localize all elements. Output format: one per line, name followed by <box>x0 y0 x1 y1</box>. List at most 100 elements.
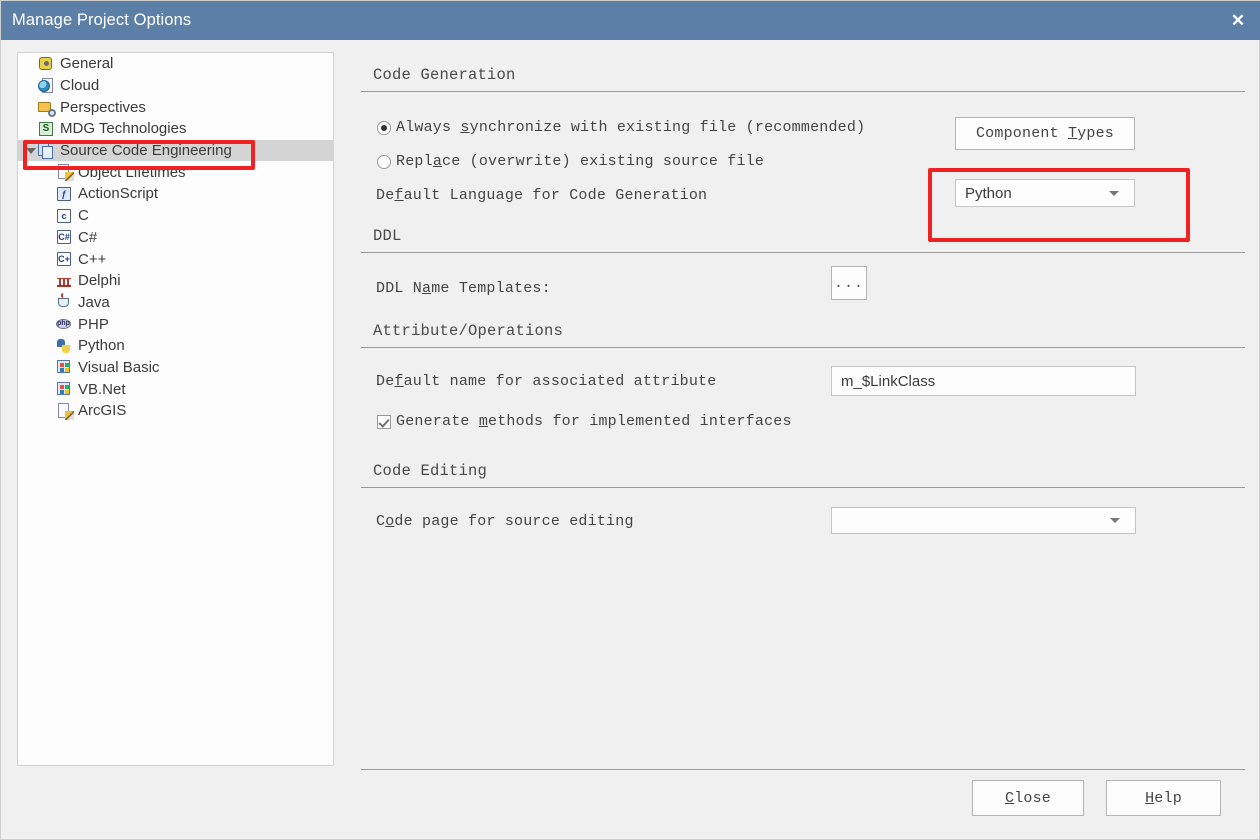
label-code-page: Code page for source editing <box>376 513 634 530</box>
visualbasic-icon <box>56 359 73 375</box>
tree-expander-placeholder <box>42 400 56 422</box>
component-types-button[interactable]: Component Types <box>955 117 1135 150</box>
sidebar-item-actionscript[interactable]: ƒ ActionScript <box>18 183 333 205</box>
sidebar-item-c[interactable]: C# C# <box>18 227 333 249</box>
radio-always-synchronize[interactable]: Always synchronize with existing file (r… <box>377 119 865 136</box>
sidebar-item-label: ArcGIS <box>78 402 127 420</box>
section-divider-code-editing <box>361 487 1245 488</box>
radio-replace-overwrite[interactable]: Replace (overwrite) existing source file <box>377 153 764 170</box>
sidebar-item-java[interactable]: Java <box>18 292 333 314</box>
section-divider-attribute-operations <box>361 347 1245 348</box>
sidebar-item-label: Perspectives <box>60 98 146 116</box>
options-tree-panel[interactable]: General Cloud Perspectives S MDG Technologie… <box>17 52 334 766</box>
stack-icon <box>38 142 55 159</box>
sidebar-item-perspectives[interactable]: Perspectives <box>18 96 333 118</box>
tree-expander-placeholder <box>42 161 56 183</box>
footer-divider <box>361 769 1245 770</box>
tree-expander-placeholder <box>42 270 56 292</box>
php-icon: php <box>56 319 71 330</box>
sidebar-item-source-code-engineering[interactable]: Source Code Engineering <box>18 139 333 162</box>
sidebar-item-delphi[interactable]: Delphi <box>18 270 333 292</box>
sidebar-item-cloud[interactable]: Cloud <box>18 75 333 97</box>
vbnet-icon <box>56 381 73 397</box>
code-page-combo[interactable] <box>831 507 1136 534</box>
section-divider-code-generation <box>361 91 1245 92</box>
chevron-right-icon[interactable] <box>24 140 38 162</box>
sidebar-item-label: Java <box>78 293 110 311</box>
tree-expander-placeholder <box>42 313 56 335</box>
window-title: Manage Project Options <box>12 11 192 29</box>
radio-always-synchronize-label: Always synchronize with existing file (r… <box>396 119 866 136</box>
chevron-down-icon <box>1109 190 1119 196</box>
help-button[interactable]: Help <box>1106 780 1221 816</box>
actionscript-icon: ƒ <box>56 186 73 202</box>
sidebar-item-python[interactable]: Python <box>18 335 333 357</box>
section-title-attribute-operations: Attribute/Operations <box>373 322 564 340</box>
radio-replace-overwrite-label: Replace (overwrite) existing source file <box>396 153 765 170</box>
c-icon: c <box>56 208 73 224</box>
sidebar-item-php[interactable]: php PHP <box>18 313 333 335</box>
sidebar-item-object-lifetimes[interactable]: Object Lifetimes <box>18 161 333 183</box>
sidebar-item-label: C <box>78 207 89 225</box>
sidebar-item-c[interactable]: C+ C++ <box>18 248 333 270</box>
python-icon <box>56 338 73 354</box>
document-edit-icon <box>56 164 74 182</box>
sidebar-item-label: VB.Net <box>78 380 126 398</box>
folder-search-icon <box>38 99 56 118</box>
sidebar-item-label: Cloud <box>60 77 100 95</box>
manage-project-options-dialog: Manage Project Options ✕ General Cloud Per… <box>0 0 1260 840</box>
close-icon[interactable]: ✕ <box>1215 1 1260 40</box>
sidebar-item-label: Object Lifetimes <box>78 163 186 181</box>
chevron-down-icon <box>1110 518 1120 523</box>
section-title-code-generation: Code Generation <box>373 66 516 84</box>
tree-expander-placeholder <box>42 183 56 205</box>
sidebar-item-c[interactable]: cC <box>18 205 333 227</box>
label-default-attribute-name: Default name for associated attribute <box>376 373 717 390</box>
sidebar-item-mdg-technologies[interactable]: S MDG Technologies <box>18 118 333 140</box>
sidebar-item-visual-basic[interactable]: Visual Basic <box>18 357 333 379</box>
csharp-icon: C# <box>57 230 71 245</box>
sidebar-item-label: C# <box>78 228 98 246</box>
tree-expander-placeholder <box>42 357 56 379</box>
generate-methods-checkbox[interactable] <box>377 414 391 429</box>
tree-expander-placeholder <box>42 205 56 227</box>
java-icon <box>56 293 73 310</box>
ddl-name-templates-browse-button[interactable]: ... <box>831 266 867 300</box>
arcgis-icon <box>56 402 74 420</box>
generate-methods-label: Generate methods for implemented interfa… <box>396 413 792 430</box>
sidebar-item-label: Python <box>78 337 125 355</box>
delphi-icon <box>56 273 73 289</box>
radio-replace-overwrite-indicator <box>377 154 391 169</box>
tree-expander-placeholder <box>42 292 56 314</box>
sidebar-item-label: Delphi <box>78 272 121 290</box>
default-language-combo[interactable]: Python <box>955 179 1135 207</box>
section-title-code-editing: Code Editing <box>373 462 488 480</box>
tree-expander-placeholder <box>42 378 56 400</box>
default-attribute-name-input[interactable]: m_$LinkClass <box>831 366 1136 396</box>
tree-expander-placeholder <box>42 227 56 249</box>
sidebar-item-vb-net[interactable]: VB.Net <box>18 378 333 400</box>
section-title-ddl: DDL <box>373 227 402 245</box>
tree-expander-placeholder <box>42 248 56 270</box>
sidebar-item-label: Source Code Engineering <box>60 142 232 160</box>
sidebar-item-label: Visual Basic <box>78 358 160 376</box>
close-button[interactable]: Close <box>972 780 1084 816</box>
default-language-combo-value: Python <box>965 184 1012 202</box>
section-divider-ddl <box>361 252 1245 253</box>
sidebar-item-label: ActionScript <box>78 185 159 203</box>
tree-expander-placeholder <box>24 118 38 140</box>
sidebar-item-arcgis[interactable]: ArcGIS <box>18 400 333 422</box>
sidebar-item-label: General <box>60 55 114 73</box>
globe-icon <box>38 77 55 94</box>
label-default-language: Default Language for Code Generation <box>376 187 708 204</box>
generate-methods-checkbox-row[interactable]: Generate methods for implemented interfa… <box>377 413 792 430</box>
tree-expander-placeholder <box>24 53 38 75</box>
radio-always-synchronize-indicator <box>377 120 391 135</box>
gear-icon <box>38 56 55 72</box>
cplusplus-icon: C+ <box>57 252 71 267</box>
s-badge-icon: S <box>38 121 55 137</box>
sidebar-item-general[interactable]: General <box>18 53 333 75</box>
sidebar-item-label: C++ <box>78 250 107 268</box>
tree-expander-placeholder <box>42 335 56 357</box>
title-bar: Manage Project Options ✕ <box>1 1 1260 40</box>
